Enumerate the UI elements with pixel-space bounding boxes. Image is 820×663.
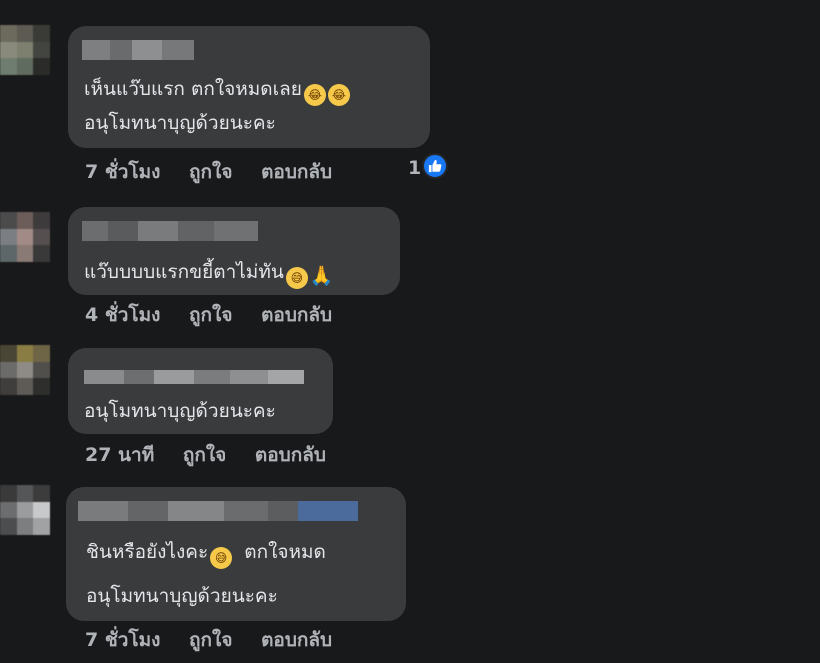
comment-bubble: ชินหรือยังไงคะ 😅 ตกใจหมด อนุโมทนาบุญด้วยน… [66,487,406,621]
like-button[interactable]: ถูกใจ [189,629,232,651]
sweat-smile-emoji-icon: 😅 [285,267,308,289]
avatar[interactable] [0,485,50,535]
laughing-emoji-icon: 😂 [303,84,326,106]
comment-text: อนุโมทนาบุญด้วยนะคะ [86,585,278,607]
thumbs-up-icon[interactable] [422,153,448,179]
avatar[interactable] [0,212,50,262]
comment-bubble: แว๊บบบบแรกขยี้ตาไม่ทัน 😅 🙏 [68,207,400,295]
comment-text: อนุโมทนาบุญด้วยนะคะ [84,400,276,422]
comment-bubble: เห็นแว๊บแรก ตกใจหมดเลย 😂 😂 อนุโมทนาบุญด้วย… [68,26,430,148]
avatar[interactable] [0,25,50,75]
reply-button[interactable]: ตอบกลับ [261,161,332,183]
like-button[interactable]: ถูกใจ [189,304,232,326]
comment-text: ตกใจหมด [244,541,326,563]
reply-button[interactable]: ตอบกลับ [261,629,332,651]
reaction-count[interactable]: 1 [408,157,421,179]
reply-button[interactable]: ตอบกลับ [255,444,326,466]
like-button[interactable]: ถูกใจ [189,161,232,183]
comment-timestamp[interactable]: 4 ชั่วโมง [85,304,160,326]
comment-text: เห็นแว๊บแรก ตกใจหมดเลย [84,78,302,100]
reply-button[interactable]: ตอบกลับ [261,304,332,326]
comment-text: ชินหรือยังไงคะ [86,541,209,563]
comment-bubble: อนุโมทนาบุญด้วยนะคะ [68,348,333,434]
sweat-smile-emoji-icon: 😅 [210,547,233,569]
comment-timestamp[interactable]: 27 นาที [85,444,154,466]
like-button[interactable]: ถูกใจ [183,444,226,466]
author-name-blurred[interactable] [82,221,258,241]
author-name-blurred[interactable] [84,370,304,384]
avatar[interactable] [0,345,50,395]
comment-timestamp[interactable]: 7 ชั่วโมง [85,161,160,183]
laughing-emoji-icon: 😂 [327,84,350,106]
comment-text: อนุโมทนาบุญด้วยนะคะ [84,112,276,134]
folded-hands-emoji-icon: 🙏 [309,265,334,287]
author-name-blurred[interactable] [82,40,194,60]
author-name-blurred[interactable] [78,501,358,521]
comment-text: แว๊บบบบแรกขยี้ตาไม่ทัน [84,261,284,283]
comment-timestamp[interactable]: 7 ชั่วโมง [85,629,160,651]
